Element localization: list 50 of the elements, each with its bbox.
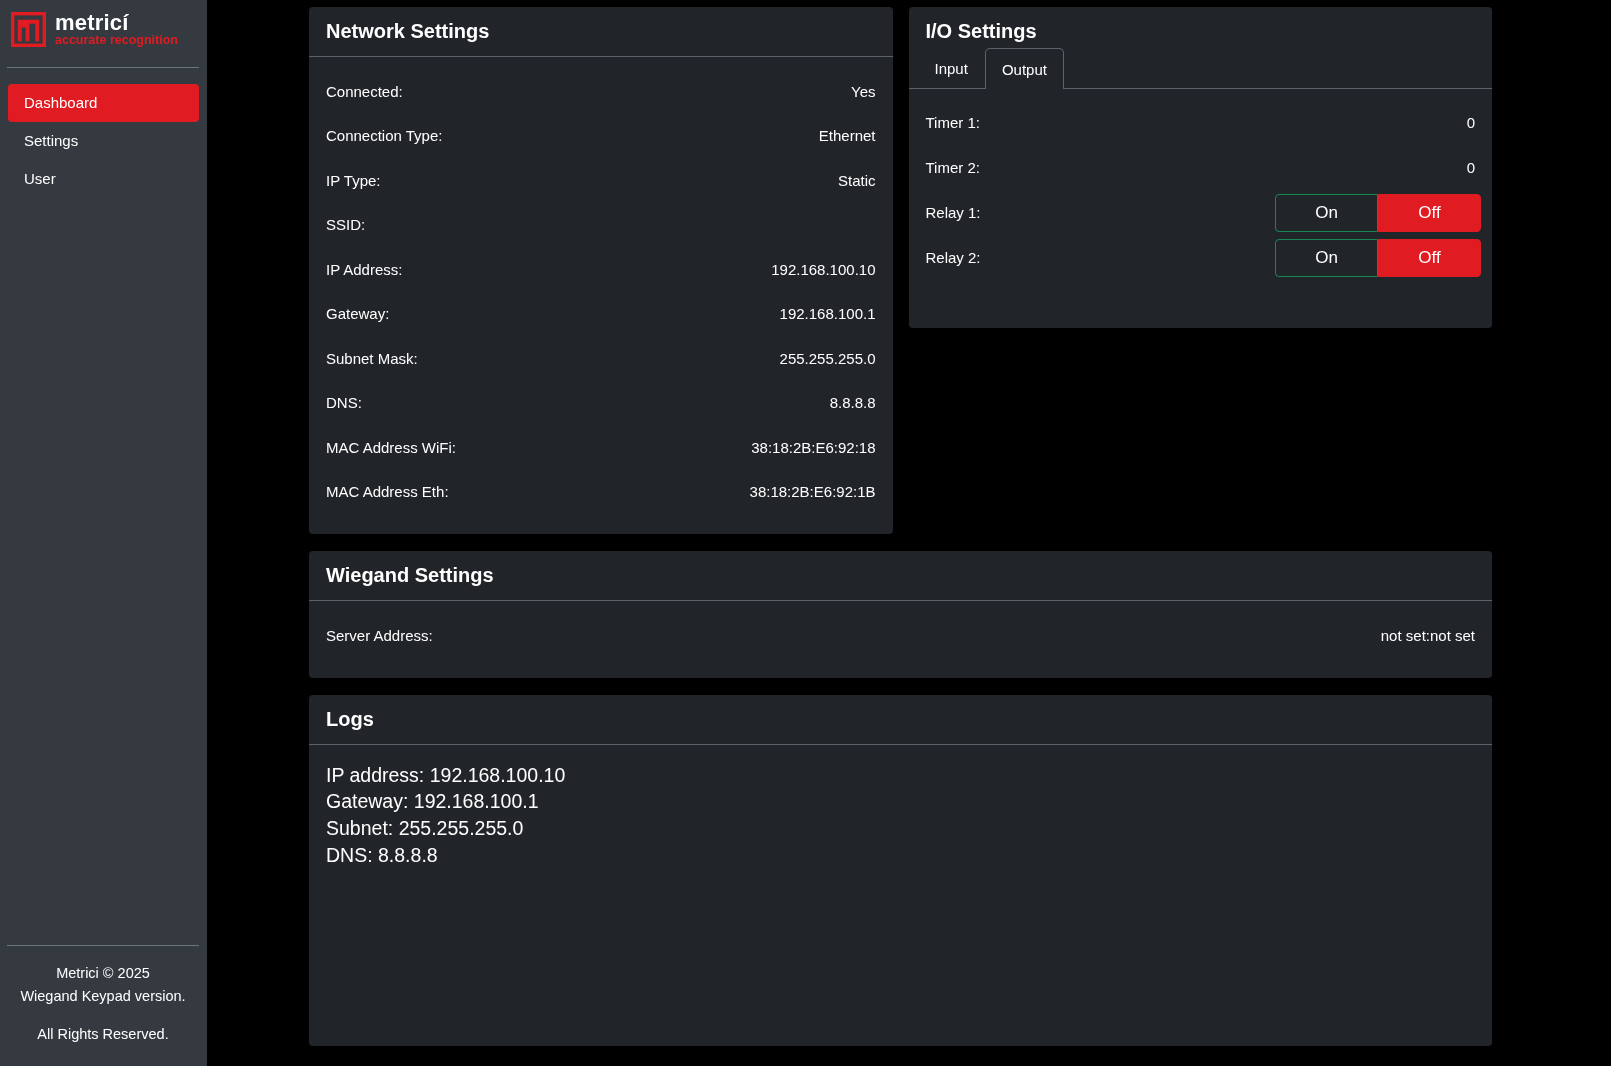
field-label: DNS: bbox=[326, 394, 362, 412]
field-label: Relay 2: bbox=[925, 249, 981, 266]
field-label: Gateway: bbox=[326, 305, 390, 323]
field-label: Relay 1: bbox=[925, 204, 981, 221]
field-value: Yes bbox=[851, 82, 876, 100]
field-value: 0 bbox=[1466, 114, 1475, 131]
field-value: not set:not set bbox=[1380, 626, 1475, 644]
footer-text: Metrici © 2025 bbox=[56, 964, 150, 983]
field-label: IP Address: bbox=[326, 260, 403, 278]
log-line: Subnet: 255.255.255.0 bbox=[326, 816, 525, 842]
field-value: 38:18:2B:E6:92:18 bbox=[751, 438, 876, 456]
field-label: Server Address: bbox=[326, 626, 433, 644]
card-title: Network Settings bbox=[326, 19, 491, 44]
off-button[interactable]: Off bbox=[1378, 193, 1481, 232]
field-label: Connection Type: bbox=[326, 127, 443, 145]
field-label: SSID: bbox=[326, 216, 366, 234]
field-value: 0 bbox=[1466, 159, 1475, 176]
card-title: I/O Settings bbox=[925, 19, 1038, 44]
logo-icon bbox=[11, 12, 46, 47]
card-title: Wiegand Settings bbox=[326, 563, 495, 588]
footer-text: All Rights Reserved. bbox=[37, 1025, 169, 1044]
tab[interactable]: Output bbox=[984, 48, 1064, 89]
field-value: 38:18:2B:E6:92:1B bbox=[749, 483, 876, 501]
field-label: Timer 2: bbox=[925, 159, 980, 176]
brand-name: metricí bbox=[55, 12, 130, 33]
tab[interactable]: Input bbox=[917, 48, 985, 88]
field-label: Subnet Mask: bbox=[326, 349, 418, 367]
nav-link[interactable]: Dashboard bbox=[8, 84, 199, 122]
card-title: Logs bbox=[326, 706, 375, 732]
field-value: 255.255.255.0 bbox=[779, 349, 876, 367]
field-label: Timer 1: bbox=[925, 114, 980, 131]
field-label: MAC Address WiFi: bbox=[326, 438, 457, 456]
field-value: 192.168.100.1 bbox=[779, 305, 876, 323]
log-line: Gateway: 192.168.100.1 bbox=[326, 789, 540, 815]
field-value: Static bbox=[838, 171, 876, 189]
nav-link[interactable]: User bbox=[8, 160, 199, 198]
field-value: 192.168.100.10 bbox=[771, 260, 876, 278]
log-line: DNS: 8.8.8.8 bbox=[326, 842, 439, 868]
field-value: 8.8.8.8 bbox=[829, 394, 876, 412]
nav-link[interactable]: Settings bbox=[8, 122, 199, 160]
on-button[interactable]: On bbox=[1275, 238, 1378, 277]
field-label: IP Type: bbox=[326, 171, 381, 189]
field-label: Connected: bbox=[326, 82, 403, 100]
log-line: IP address: 192.168.100.10 bbox=[326, 762, 567, 788]
brand-tagline: accurate recognition bbox=[55, 32, 178, 47]
footer-text: Wiegand Keypad version. bbox=[20, 987, 186, 1006]
on-button[interactable]: On bbox=[1275, 193, 1378, 232]
field-label: MAC Address Eth: bbox=[326, 483, 449, 501]
off-button[interactable]: Off bbox=[1378, 238, 1481, 277]
field-value: Ethernet bbox=[818, 127, 876, 145]
